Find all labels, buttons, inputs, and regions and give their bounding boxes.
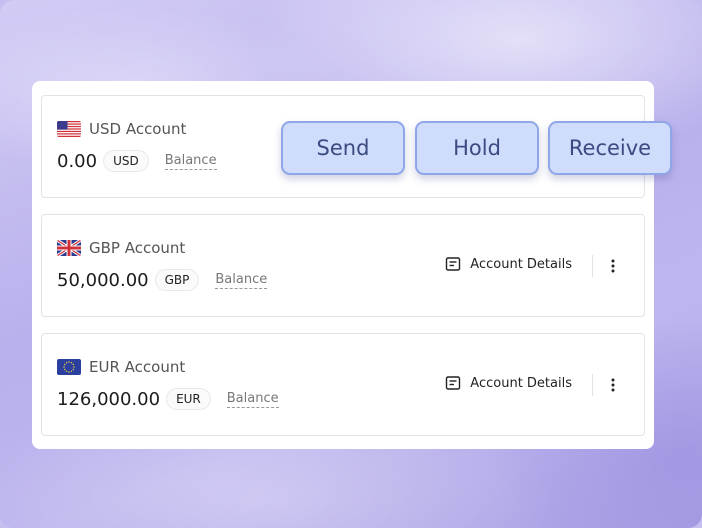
account-header: EUR Account [57, 358, 185, 376]
account-header: USD Account [57, 120, 186, 138]
send-button[interactable]: Send [281, 121, 405, 175]
document-icon [446, 376, 461, 390]
balance-label[interactable]: Balance [164, 153, 217, 170]
account-amount: 126,000.00 [57, 388, 161, 410]
account-name: USD Account [89, 120, 187, 138]
currency-badge: USD [103, 150, 149, 172]
divider [592, 374, 593, 396]
currency-badge: EUR [166, 388, 211, 410]
uk-flag-icon [57, 240, 81, 256]
account-name: EUR Account [89, 358, 186, 376]
currency-badge: GBP [154, 269, 200, 291]
account-header: GBP Account [57, 239, 185, 257]
account-details-button[interactable]: Account Details [445, 256, 572, 272]
divider [592, 255, 593, 277]
account-balance-row: 126,000.00 EUR Balance [57, 388, 279, 410]
eu-flag-icon [57, 359, 81, 375]
hold-button[interactable]: Hold [415, 121, 539, 175]
account-balance-row: 50,000.00 GBP Balance [57, 269, 268, 291]
more-vertical-icon[interactable] [604, 254, 622, 278]
balance-label[interactable]: Balance [215, 272, 268, 289]
app-background: USD Account 0.00 USD Balance GBP Account… [0, 0, 702, 528]
account-amount: 50,000.00 [57, 269, 149, 291]
account-card-gbp[interactable]: GBP Account 50,000.00 GBP Balance Accoun… [41, 214, 645, 317]
document-icon [446, 257, 461, 271]
account-name: GBP Account [89, 239, 186, 257]
account-amount: 0.00 [57, 150, 98, 172]
account-balance-row: 0.00 USD Balance [57, 150, 217, 172]
us-flag-icon [57, 121, 81, 137]
receive-button[interactable]: Receive [548, 121, 672, 175]
account-details-label: Account Details [470, 256, 572, 272]
more-vertical-icon[interactable] [604, 373, 622, 397]
account-details-label: Account Details [470, 375, 572, 391]
account-card-eur[interactable]: EUR Account 126,000.00 EUR Balance Accou… [41, 333, 645, 436]
balance-label[interactable]: Balance [226, 391, 279, 408]
account-details-button[interactable]: Account Details [445, 375, 572, 391]
